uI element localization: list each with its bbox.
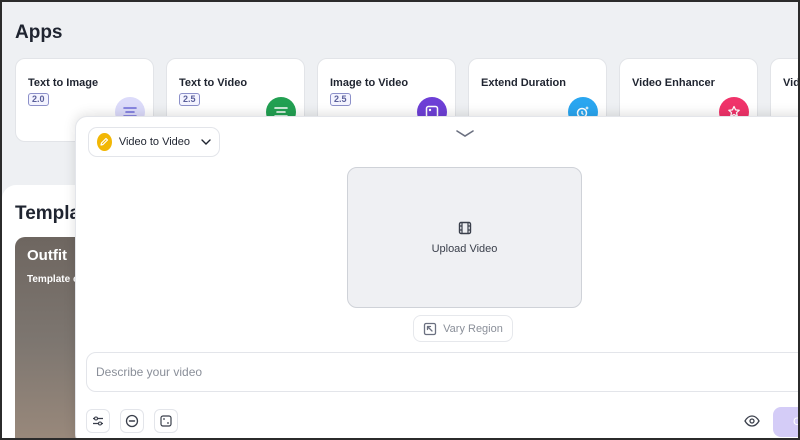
- sliders-icon: [92, 415, 104, 427]
- mode-label: Video to Video: [118, 136, 190, 148]
- vary-region-label: Vary Region: [443, 322, 503, 335]
- collapse-chevron-icon[interactable]: [454, 127, 476, 139]
- app-card-version: 2.0: [28, 93, 49, 106]
- create-button[interactable]: C: [773, 407, 798, 437]
- prompt-box: [86, 352, 798, 392]
- region-arrow-icon: [423, 322, 437, 336]
- pencil-icon: [97, 133, 112, 151]
- minus-circle-icon: [125, 414, 139, 428]
- app-window: Apps Text to Image 2.0 Text to Video 2.5…: [0, 0, 800, 440]
- video-to-video-panel: Video to Video Upload Video Vary Region: [75, 116, 798, 438]
- settings-button[interactable]: [86, 409, 110, 433]
- app-card-name: Extend Duration: [481, 77, 566, 89]
- chevron-down-icon: [201, 139, 211, 145]
- mode-dropdown[interactable]: Video to Video: [88, 127, 220, 157]
- negative-prompt-button[interactable]: [120, 409, 144, 433]
- upload-video-dropzone[interactable]: Upload Video: [347, 167, 582, 308]
- seed-button[interactable]: [154, 409, 178, 433]
- app-card-name: Image to Video: [330, 77, 409, 89]
- eye-icon: [744, 415, 760, 427]
- app-card-name: Text to Image: [28, 77, 99, 89]
- film-icon: [458, 221, 472, 235]
- app-card-name: Vid: [783, 77, 800, 89]
- prompt-input[interactable]: [96, 353, 796, 391]
- preview-button[interactable]: [740, 409, 764, 433]
- app-card-version: 2.5: [179, 93, 200, 106]
- apps-heading: Apps: [15, 22, 63, 43]
- template-card-title: Outfit: [27, 247, 67, 264]
- vary-region-button[interactable]: Vary Region: [413, 315, 513, 342]
- app-card-version: 2.5: [330, 93, 351, 106]
- app-card-name: Text to Video: [179, 77, 248, 89]
- templates-heading: Templa: [15, 203, 81, 224]
- app-card-name: Video Enhancer: [632, 77, 715, 89]
- dice-icon: [160, 415, 172, 427]
- upload-video-label: Upload Video: [431, 242, 498, 255]
- template-card-subtitle: Template c: [27, 274, 79, 285]
